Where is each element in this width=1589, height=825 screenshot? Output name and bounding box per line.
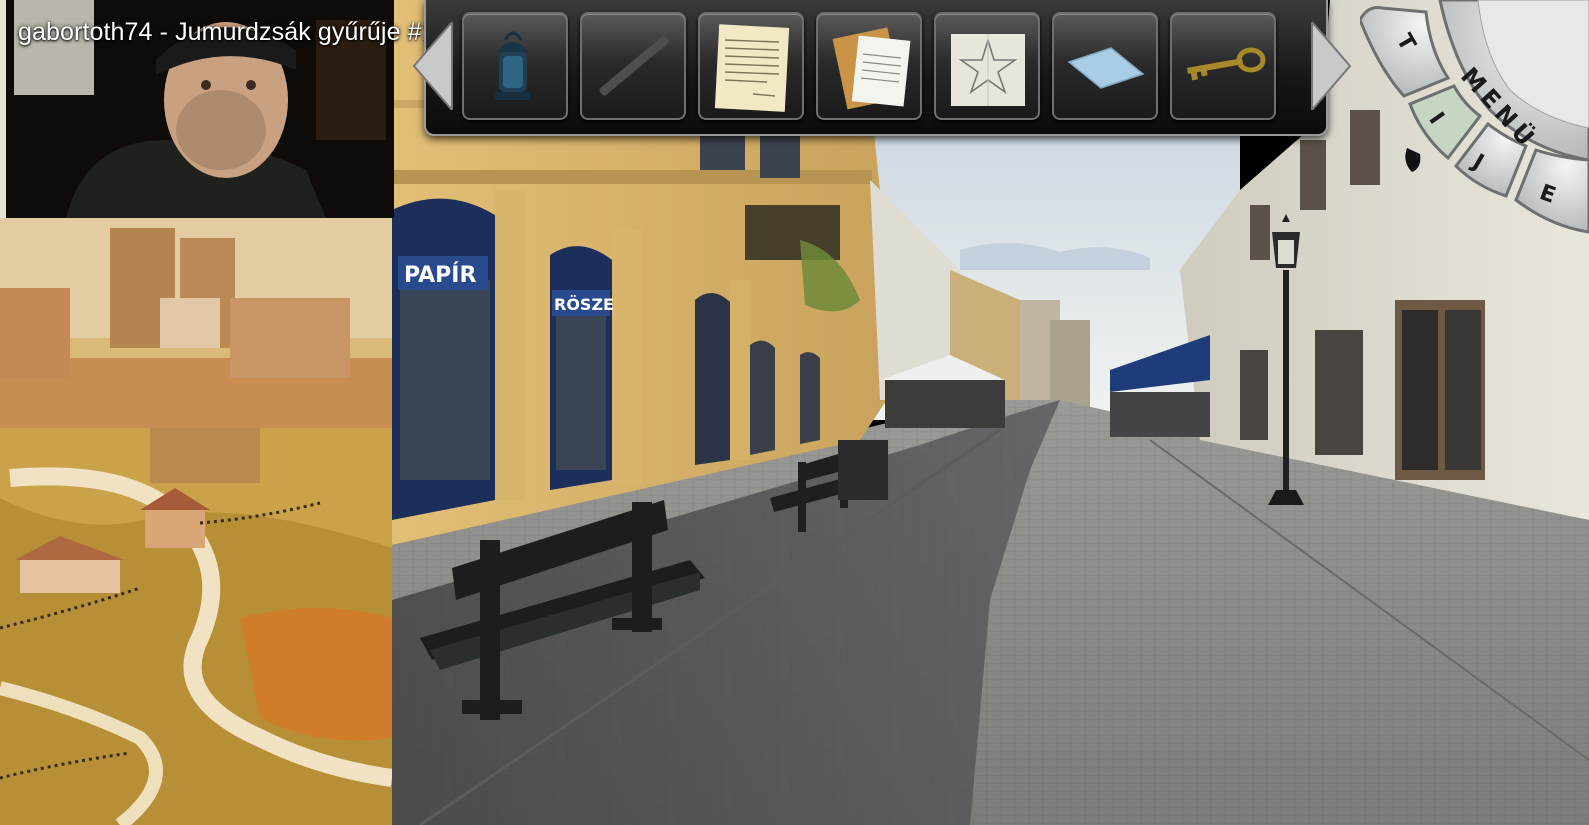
inventory-slot-star-map[interactable] (934, 12, 1040, 120)
shop-sign-papir: PAPÍR (404, 262, 476, 288)
inventory-slot-letter[interactable] (698, 12, 804, 120)
letter-icon (714, 24, 790, 112)
video-title: gabortoth74 - Jumurdzsák gyűrűje #16 (18, 18, 450, 46)
inventory-slot-lantern[interactable] (462, 12, 568, 120)
inventory-slot-notepad[interactable] (816, 12, 922, 120)
lantern-icon (495, 31, 531, 100)
inventory-slot-stick[interactable] (580, 12, 686, 120)
historic-fortress-map (0, 218, 392, 825)
chevron-right-icon[interactable] (1308, 22, 1352, 110)
star-paper-icon (951, 34, 1025, 106)
mouse-cursor (1405, 148, 1421, 172)
stick-icon (599, 35, 669, 96)
dial-menu (1360, 0, 1589, 234)
inventory-slot-key[interactable] (1170, 12, 1276, 120)
notepad-icon (832, 27, 911, 110)
inventory-slot-card[interactable] (1052, 12, 1158, 120)
chevron-left-icon[interactable] (412, 22, 456, 110)
game-screen: PAPÍR RÖSZE gabortoth74 - Jumurdzsák gyű… (0, 0, 1589, 825)
shop-sign-rosze: RÖSZE (554, 295, 614, 314)
key-icon (1186, 47, 1266, 81)
card-icon (1067, 47, 1145, 89)
